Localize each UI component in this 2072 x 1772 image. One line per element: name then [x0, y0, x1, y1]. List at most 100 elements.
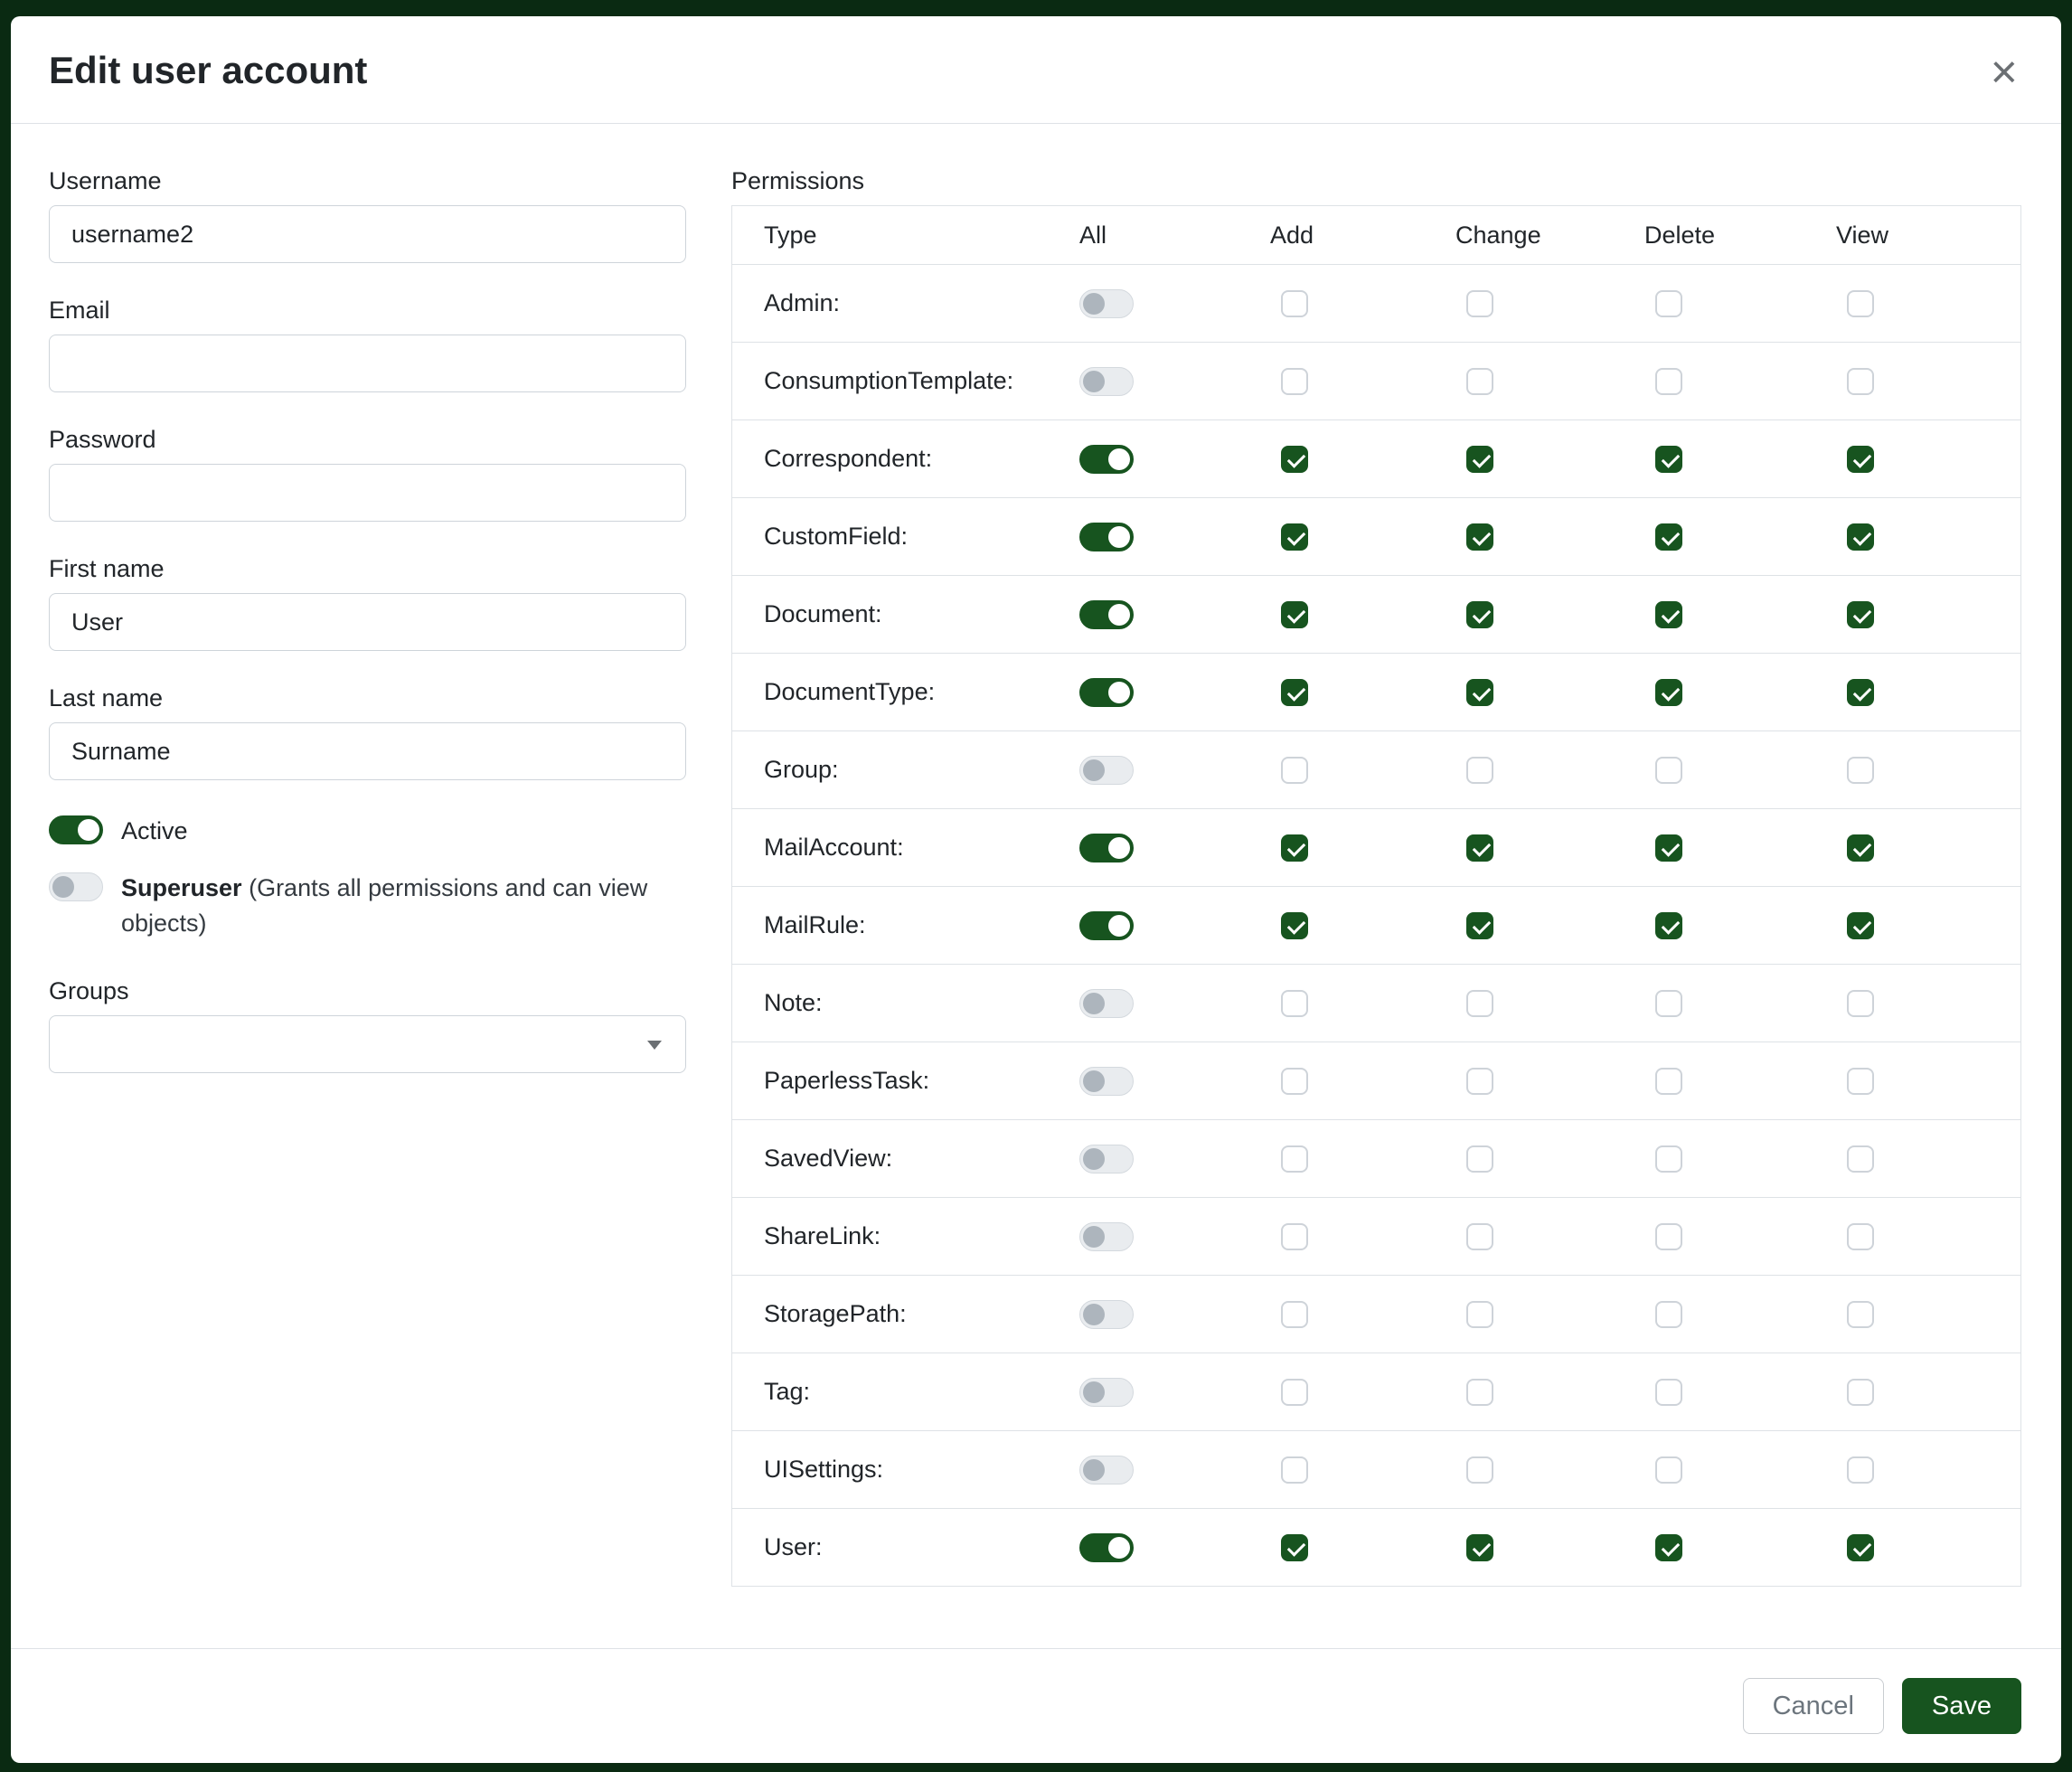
- perm-add-checkbox[interactable]: [1281, 290, 1308, 317]
- perm-all-toggle[interactable]: [1079, 678, 1134, 707]
- perm-delete-checkbox[interactable]: [1655, 601, 1682, 628]
- perm-all-toggle[interactable]: [1079, 1533, 1134, 1562]
- perm-delete-checkbox[interactable]: [1655, 1068, 1682, 1095]
- perm-add-checkbox[interactable]: [1281, 1456, 1308, 1484]
- perm-change-checkbox[interactable]: [1466, 757, 1493, 784]
- email-field[interactable]: [49, 335, 686, 392]
- perm-view-checkbox[interactable]: [1847, 834, 1874, 862]
- perm-change-checkbox[interactable]: [1466, 368, 1493, 395]
- perm-all-toggle[interactable]: [1079, 1300, 1134, 1329]
- perm-all-toggle[interactable]: [1079, 989, 1134, 1018]
- perm-type-label: Tag:: [764, 1378, 810, 1406]
- perm-all-toggle[interactable]: [1079, 1222, 1134, 1251]
- perm-delete-checkbox[interactable]: [1655, 1379, 1682, 1406]
- perm-all-toggle[interactable]: [1079, 756, 1134, 785]
- perm-view-checkbox[interactable]: [1847, 1534, 1874, 1561]
- superuser-text: Superuser (Grants all permissions and ca…: [121, 871, 686, 941]
- perm-add-checkbox[interactable]: [1281, 1068, 1308, 1095]
- perm-view-checkbox[interactable]: [1847, 1301, 1874, 1328]
- perm-change-checkbox[interactable]: [1466, 679, 1493, 706]
- perm-all-toggle[interactable]: [1079, 600, 1134, 629]
- perm-change-checkbox[interactable]: [1466, 1379, 1493, 1406]
- perm-change-checkbox[interactable]: [1466, 1301, 1493, 1328]
- groups-select[interactable]: [49, 1015, 686, 1073]
- perm-all-toggle[interactable]: [1079, 289, 1134, 318]
- perm-all-toggle[interactable]: [1079, 1378, 1134, 1407]
- perm-add-checkbox[interactable]: [1281, 368, 1308, 395]
- perm-change-checkbox[interactable]: [1466, 523, 1493, 551]
- perm-view-checkbox[interactable]: [1847, 1223, 1874, 1250]
- perm-view-checkbox[interactable]: [1847, 679, 1874, 706]
- perm-change-checkbox[interactable]: [1466, 912, 1493, 939]
- perm-change-checkbox[interactable]: [1466, 1145, 1493, 1173]
- perm-delete-checkbox[interactable]: [1655, 290, 1682, 317]
- perm-add-checkbox[interactable]: [1281, 1534, 1308, 1561]
- perm-view-checkbox[interactable]: [1847, 912, 1874, 939]
- perm-delete-checkbox[interactable]: [1655, 679, 1682, 706]
- perm-delete-checkbox[interactable]: [1655, 1223, 1682, 1250]
- perm-delete-checkbox[interactable]: [1655, 834, 1682, 862]
- perm-add-checkbox[interactable]: [1281, 601, 1308, 628]
- perm-change-checkbox[interactable]: [1466, 834, 1493, 862]
- superuser-toggle[interactable]: [49, 872, 103, 901]
- perm-delete-checkbox[interactable]: [1655, 446, 1682, 473]
- perm-all-toggle[interactable]: [1079, 445, 1134, 474]
- perm-change-checkbox[interactable]: [1466, 990, 1493, 1017]
- perm-delete-checkbox[interactable]: [1655, 1456, 1682, 1484]
- perm-view-checkbox[interactable]: [1847, 757, 1874, 784]
- perm-all-toggle[interactable]: [1079, 523, 1134, 551]
- close-icon[interactable]: ×: [1987, 49, 2021, 96]
- perm-change-checkbox[interactable]: [1466, 1068, 1493, 1095]
- active-toggle[interactable]: [49, 815, 103, 844]
- perm-delete-checkbox[interactable]: [1655, 990, 1682, 1017]
- perm-delete-checkbox[interactable]: [1655, 757, 1682, 784]
- perm-add-checkbox[interactable]: [1281, 1301, 1308, 1328]
- perm-add-checkbox[interactable]: [1281, 1223, 1308, 1250]
- perm-view-checkbox[interactable]: [1847, 1145, 1874, 1173]
- perm-add-checkbox[interactable]: [1281, 1379, 1308, 1406]
- permissions-label: Permissions: [731, 167, 2021, 195]
- password-field[interactable]: [49, 464, 686, 522]
- last-name-field[interactable]: [49, 722, 686, 780]
- perm-add-checkbox[interactable]: [1281, 679, 1308, 706]
- perm-delete-checkbox[interactable]: [1655, 368, 1682, 395]
- perm-delete-checkbox[interactable]: [1655, 1534, 1682, 1561]
- perm-add-checkbox[interactable]: [1281, 990, 1308, 1017]
- perm-view-checkbox[interactable]: [1847, 523, 1874, 551]
- perm-change-checkbox[interactable]: [1466, 601, 1493, 628]
- perm-delete-checkbox[interactable]: [1655, 1301, 1682, 1328]
- perm-view-checkbox[interactable]: [1847, 1068, 1874, 1095]
- first-name-field[interactable]: [49, 593, 686, 651]
- perm-add-checkbox[interactable]: [1281, 446, 1308, 473]
- perm-all-toggle[interactable]: [1079, 1145, 1134, 1173]
- perm-view-checkbox[interactable]: [1847, 368, 1874, 395]
- perm-view-checkbox[interactable]: [1847, 1456, 1874, 1484]
- perm-change-checkbox[interactable]: [1466, 1534, 1493, 1561]
- perm-view-checkbox[interactable]: [1847, 1379, 1874, 1406]
- perm-change-checkbox[interactable]: [1466, 446, 1493, 473]
- perm-view-checkbox[interactable]: [1847, 290, 1874, 317]
- perm-view-checkbox[interactable]: [1847, 990, 1874, 1017]
- perm-add-checkbox[interactable]: [1281, 523, 1308, 551]
- permissions-table: Type All Add Change Delete View Admin: C…: [731, 205, 2021, 1587]
- username-input[interactable]: [49, 205, 686, 263]
- perm-all-toggle[interactable]: [1079, 911, 1134, 940]
- save-button[interactable]: Save: [1902, 1678, 2021, 1734]
- perm-all-toggle[interactable]: [1079, 367, 1134, 396]
- perm-change-checkbox[interactable]: [1466, 290, 1493, 317]
- perm-add-checkbox[interactable]: [1281, 834, 1308, 862]
- perm-view-checkbox[interactable]: [1847, 446, 1874, 473]
- perm-add-checkbox[interactable]: [1281, 757, 1308, 784]
- perm-change-checkbox[interactable]: [1466, 1456, 1493, 1484]
- perm-delete-checkbox[interactable]: [1655, 912, 1682, 939]
- perm-delete-checkbox[interactable]: [1655, 1145, 1682, 1173]
- perm-view-checkbox[interactable]: [1847, 601, 1874, 628]
- perm-delete-checkbox[interactable]: [1655, 523, 1682, 551]
- perm-all-toggle[interactable]: [1079, 834, 1134, 862]
- perm-add-checkbox[interactable]: [1281, 1145, 1308, 1173]
- cancel-button[interactable]: Cancel: [1743, 1678, 1884, 1734]
- perm-add-checkbox[interactable]: [1281, 912, 1308, 939]
- perm-change-checkbox[interactable]: [1466, 1223, 1493, 1250]
- perm-all-toggle[interactable]: [1079, 1456, 1134, 1485]
- perm-all-toggle[interactable]: [1079, 1067, 1134, 1096]
